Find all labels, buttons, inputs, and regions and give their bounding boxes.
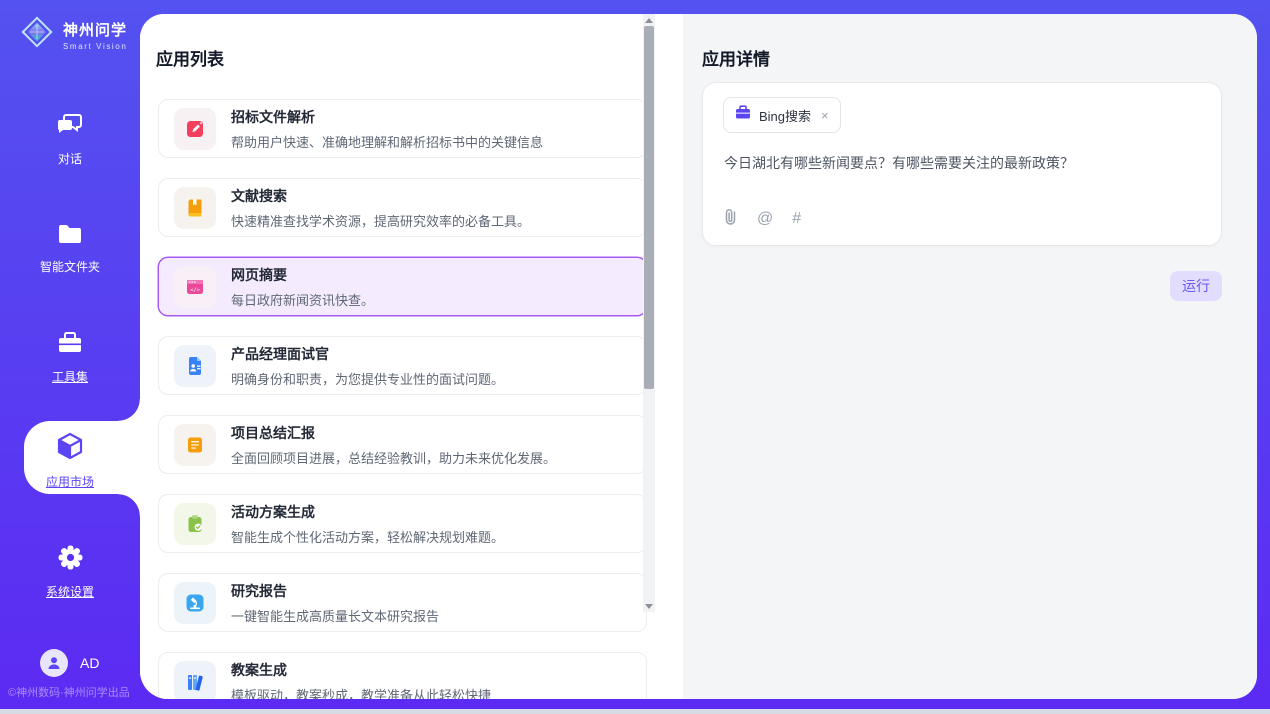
run-button[interactable]: 运行 xyxy=(1170,271,1222,301)
app-logo: 神州问学 Smart Vision xyxy=(18,13,127,56)
scrollbar-thumb[interactable] xyxy=(644,26,654,389)
microscope-icon xyxy=(174,582,216,624)
toolbox-icon xyxy=(56,330,84,361)
scrollbar[interactable] xyxy=(643,14,655,612)
app-description: 全面回顾项目进展，总结经验教训，助力未来优化发展。 xyxy=(231,448,556,467)
app-name: 招标文件解析 xyxy=(231,107,543,127)
app-description: 帮助用户快速、准确地理解和解析招标书中的关键信息 xyxy=(231,132,543,151)
sidebar-item-label: 工具集 xyxy=(52,368,88,385)
scrollbar-up-arrow[interactable] xyxy=(643,14,655,26)
app-description: 快速精准查找学术资源，提高研究效率的必备工具。 xyxy=(231,211,530,230)
list-item-selected[interactable]: </> 网页摘要 每日政府新闻资讯快查。 xyxy=(158,257,647,316)
sidebar-item-label: 应用市场 xyxy=(46,473,94,490)
list-item[interactable]: 产品经理面试官 明确身份和职责，为您提供专业性的面试问题。 xyxy=(158,336,647,395)
book-icon xyxy=(174,187,216,229)
sidebar-item-settings[interactable]: 系统设置 xyxy=(0,544,140,600)
prompt-card: Bing搜索 × 今日湖北有哪些新闻要点？有哪些需要关注的最新政策？ @ # xyxy=(702,82,1222,246)
cube-icon xyxy=(55,431,85,466)
sidebar-item-smart-folder[interactable]: 智能文件夹 xyxy=(0,222,140,275)
app-name: 教案生成 xyxy=(231,660,491,680)
list-item[interactable]: 招标文件解析 帮助用户快速、准确地理解和解析招标书中的关键信息 xyxy=(158,99,647,158)
app-list: 招标文件解析 帮助用户快速、准确地理解和解析招标书中的关键信息 文献搜索 快速精… xyxy=(140,96,683,699)
avatar xyxy=(40,649,68,677)
browser-code-icon: </> xyxy=(174,266,216,308)
hash-icon[interactable]: # xyxy=(792,211,801,227)
chat-icon xyxy=(56,112,84,143)
app-description: 每日政府新闻资讯快查。 xyxy=(231,290,374,309)
app-name: 研究报告 xyxy=(231,581,439,601)
app-detail-title: 应用详情 xyxy=(702,45,770,70)
app-detail-panel: 应用详情 Bing搜索 × 今日湖北有哪些新闻要点？有哪些需要关注的最新政策？ xyxy=(683,14,1257,699)
sidebar-item-toolset[interactable]: 工具集 xyxy=(0,330,140,385)
app-name: 网页摘要 xyxy=(231,265,374,285)
logo-title: 神州问学 xyxy=(63,19,127,40)
books-icon xyxy=(174,661,216,700)
user-account[interactable]: AD xyxy=(40,649,99,677)
app-name: 项目总结汇报 xyxy=(231,423,556,443)
content-shell: 应用列表 招标文件解析 帮助用户快速、准确地理解和解析招标书中的关键信息 xyxy=(140,14,1257,699)
bottom-strip xyxy=(0,709,1270,714)
list-item[interactable]: 教案生成 模板驱动，教案秒成，教学准备从此轻松快捷 xyxy=(158,652,647,699)
close-icon[interactable]: × xyxy=(821,108,829,123)
diamond-logo-icon xyxy=(18,13,56,56)
prompt-input[interactable]: 今日湖北有哪些新闻要点？有哪些需要关注的最新政策？ xyxy=(724,153,1201,173)
clipboard-check-icon xyxy=(174,503,216,545)
tool-tag-label: Bing搜索 xyxy=(759,106,811,125)
copyright-footer: ©神州数码·神州问学出品 xyxy=(8,684,130,700)
active-tab-notch xyxy=(118,399,140,421)
user-name: AD xyxy=(80,655,99,671)
app-name: 产品经理面试官 xyxy=(231,344,504,364)
sidebar-item-chat[interactable]: 对话 xyxy=(0,112,140,167)
briefcase-icon xyxy=(735,105,751,125)
app-name: 活动方案生成 xyxy=(231,502,504,522)
sidebar-item-label: 智能文件夹 xyxy=(40,258,100,275)
list-item[interactable]: 文献搜索 快速精准查找学术资源，提高研究效率的必备工具。 xyxy=(158,178,647,237)
note-icon xyxy=(174,424,216,466)
sidebar-item-label: 系统设置 xyxy=(46,583,94,600)
app-list-panel: 应用列表 招标文件解析 帮助用户快速、准确地理解和解析招标书中的关键信息 xyxy=(140,14,683,699)
interview-document-icon xyxy=(174,345,216,387)
logo-subtitle: Smart Vision xyxy=(63,42,127,51)
sidebar: 神州问学 Smart Vision 对话 智能文件夹 工具集 xyxy=(0,0,140,709)
list-item[interactable]: 活动方案生成 智能生成个性化活动方案，轻松解决规划难题。 xyxy=(158,494,647,553)
app-description: 明确身份和职责，为您提供专业性的面试问题。 xyxy=(231,369,504,388)
app-list-title: 应用列表 xyxy=(156,45,224,70)
app-name: 文献搜索 xyxy=(231,186,530,206)
paperclip-icon[interactable] xyxy=(723,208,738,230)
edit-document-icon xyxy=(174,108,216,150)
at-icon[interactable]: @ xyxy=(757,211,773,227)
folder-icon xyxy=(56,222,84,251)
app-description: 智能生成个性化活动方案，轻松解决规划难题。 xyxy=(231,527,504,546)
list-item[interactable]: 项目总结汇报 全面回顾项目进展，总结经验教训，助力未来优化发展。 xyxy=(158,415,647,474)
sidebar-item-label: 对话 xyxy=(58,150,82,167)
tool-tag-bing-search[interactable]: Bing搜索 × xyxy=(723,97,841,133)
gear-icon xyxy=(57,544,84,576)
app-description: 模板驱动，教案秒成，教学准备从此轻松快捷 xyxy=(231,685,491,700)
active-tab-notch xyxy=(118,494,140,516)
svg-text:</>: </> xyxy=(190,287,201,293)
list-item[interactable]: 研究报告 一键智能生成高质量长文本研究报告 xyxy=(158,573,647,632)
sidebar-item-app-market[interactable]: 应用市场 xyxy=(0,431,140,490)
attachment-toolbar: @ # xyxy=(723,208,801,230)
app-description: 一键智能生成高质量长文本研究报告 xyxy=(231,606,439,625)
scrollbar-down-arrow[interactable] xyxy=(643,600,655,612)
